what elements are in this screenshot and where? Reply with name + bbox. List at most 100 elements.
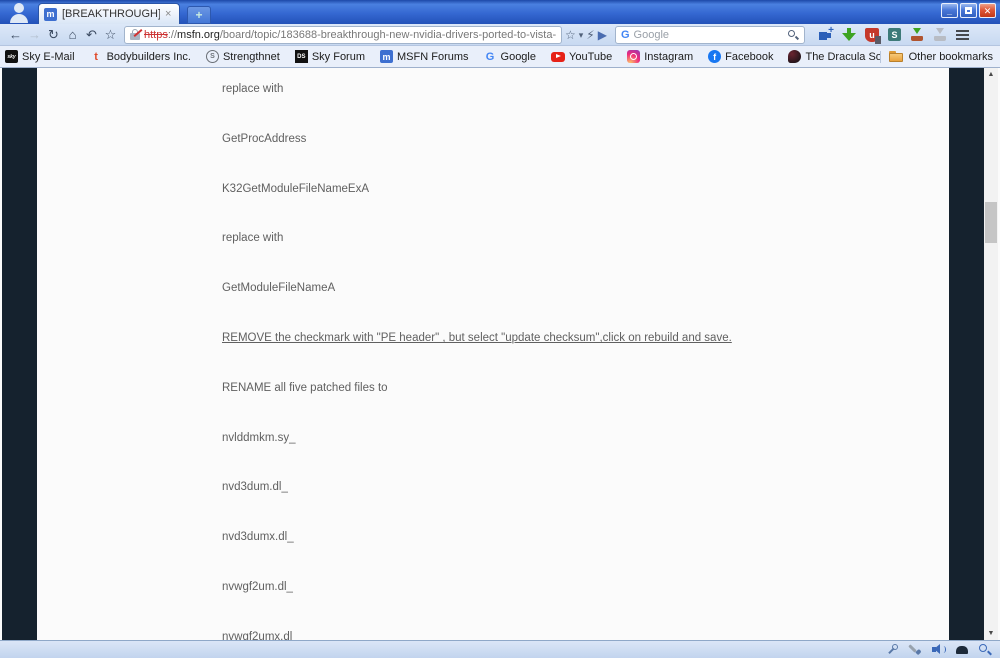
content-line: replace with (37, 79, 949, 129)
msfn-icon: m (380, 50, 394, 63)
content-line: replace with (37, 228, 949, 278)
bookmark-label: Strengthnet (222, 50, 280, 63)
content-line: nvd3dumx.dl_ (37, 527, 949, 577)
bookmark-item[interactable]: f Facebook (708, 50, 773, 63)
search-magnifier-icon[interactable] (787, 29, 800, 41)
bookmark-item[interactable]: Instagram (627, 50, 693, 63)
content-link[interactable]: REMOVE the checkmark with "PE header" , … (222, 332, 732, 344)
bookmark-item[interactable]: DS Sky Forum (294, 50, 366, 63)
back-button[interactable]: ← (6, 25, 25, 45)
search-input[interactable] (633, 28, 783, 41)
url-separator: :// (167, 28, 178, 41)
hat-icon[interactable] (955, 643, 969, 656)
facebook-icon: f (708, 50, 722, 63)
menu-hamburger-icon[interactable] (955, 29, 969, 40)
folder-icon (888, 51, 903, 62)
bookmark-item[interactable]: t Bodybuilders Inc. (90, 50, 191, 63)
status-bar (0, 640, 1000, 658)
lightning-icon[interactable]: ⚡ (586, 26, 594, 44)
zoom-magnifier-icon[interactable] (978, 643, 992, 656)
pin-icon[interactable] (886, 643, 900, 656)
content-line: nvlddmkm.sy_ (37, 428, 949, 478)
titlebar: m [BREAKTHROUGH] NE × + _ ✕ (0, 0, 1000, 24)
bookmark-item[interactable]: The Dracula Society (788, 50, 880, 63)
bookmark-item[interactable]: G Google (484, 50, 536, 63)
other-bookmarks-button[interactable]: Other bookmarks (879, 50, 993, 63)
bookmark-label: Instagram (644, 50, 694, 63)
urlbar-extras: ☆ ▾ ⚡ ▶ (565, 26, 607, 44)
sky-logo-icon: sky (5, 50, 18, 63)
bookmark-label: The Dracula Society (805, 50, 880, 63)
content-line: K32GetModuleFileNameExA (37, 179, 949, 229)
bookmark-item[interactable]: YouTube (551, 51, 612, 63)
new-tab-button[interactable]: + (187, 6, 211, 24)
tab-close-icon[interactable]: × (165, 8, 171, 20)
forward-button[interactable]: → (25, 25, 44, 45)
youtube-icon (551, 51, 565, 62)
download-arrow-icon[interactable] (841, 28, 856, 41)
page-content: replace with GetProcAddress K32GetModuleFi… (37, 68, 949, 640)
content-line: GetModuleFileNameA (37, 278, 949, 328)
content-text: RENAME all five patched files to (222, 381, 388, 394)
download-tray-idle-icon[interactable] (933, 28, 947, 41)
content-text: nvwgf2umx.dl_ (222, 630, 299, 640)
content-text: nvd3dumx.dl_ (222, 531, 294, 544)
bookmark-label: Google (500, 50, 536, 63)
msfn-favicon-icon: m (44, 7, 57, 21)
tab-title: [BREAKTHROUGH] NE (62, 8, 160, 20)
profile-avatar-icon (7, 2, 31, 23)
bookmarks-toolbar: sky Sky E-Mail t Bodybuilders Inc. S Strength… (0, 46, 1000, 68)
url-bar[interactable]: https://msfn.org/board/topic/183688-brea… (124, 25, 562, 44)
google-icon: G (485, 50, 495, 63)
content-text: K32GetModuleFileNameExA (222, 182, 370, 195)
maximize-button[interactable] (960, 3, 977, 18)
url-domain: msfn.org (177, 28, 220, 41)
brush-icon[interactable] (908, 643, 923, 656)
content-lines: replace with GetProcAddress K32GetModuleFi… (37, 68, 949, 640)
bookmark-item[interactable]: S Strengthnet (205, 50, 280, 63)
page-viewport: replace with GetProcAddress K32GetModuleFi… (0, 68, 1000, 640)
instagram-icon (627, 50, 641, 63)
bookmarks-list: sky Sky E-Mail t Bodybuilders Inc. S Strength… (5, 50, 880, 63)
bodybuilders-icon: t (94, 50, 98, 63)
scroll-up-icon[interactable]: ▲ (984, 68, 998, 81)
scrollbar-thumb[interactable] (985, 202, 997, 243)
url-dropdown-icon[interactable]: ▾ (579, 26, 584, 44)
speaker-icon[interactable] (932, 643, 946, 656)
star-page-button[interactable]: ☆ (565, 26, 576, 44)
bookmark-item[interactable]: sky Sky E-Mail (5, 50, 75, 63)
content-line: nvwgf2um.dl_ (37, 577, 949, 627)
browser-window: m [BREAKTHROUGH] NE × + _ ✕ ← → ↻ ⌂ ↶ ☆ … (0, 0, 1000, 658)
content-text: replace with (222, 232, 284, 245)
insecure-lock-icon (130, 29, 143, 40)
ublock-shield-icon[interactable]: u (864, 27, 881, 44)
window-controls: _ ✕ (941, 3, 996, 18)
tab-breakthrough-topic[interactable]: m [BREAKTHROUGH] NE × (38, 3, 180, 24)
go-arrow-icon[interactable]: ▶ (598, 26, 607, 44)
bookmark-item[interactable]: m MSFN Forums (380, 50, 469, 63)
strengthnet-icon: S (205, 50, 219, 63)
search-bar[interactable]: G (614, 25, 805, 44)
minimize-button[interactable]: _ (941, 3, 958, 18)
close-button[interactable]: ✕ (979, 3, 996, 18)
url-path: /board/topic/183688-breakthrough-new-nvi… (219, 28, 556, 41)
s-extension-icon[interactable]: S (887, 28, 901, 41)
content-line: nvd3dum.dl_ (37, 477, 949, 527)
bookmark-star-button[interactable]: ☆ (101, 25, 120, 45)
sky-forum-icon: DS (294, 50, 308, 63)
bookmark-label: Sky Forum (311, 50, 366, 63)
reload-button[interactable]: ↻ (44, 25, 63, 45)
content-line: GetProcAddress (37, 129, 949, 179)
page-right-gutter (949, 68, 984, 640)
content-text: replace with (222, 83, 284, 95)
scroll-down-icon[interactable]: ▼ (984, 627, 998, 640)
ublock-badge (874, 35, 881, 44)
bookmark-label: Bodybuilders Inc. (106, 50, 191, 63)
download-tray-active-icon[interactable] (910, 28, 924, 41)
undo-button[interactable]: ↶ (82, 25, 101, 45)
page-left-gutter (2, 68, 37, 640)
scrollbar[interactable]: ▲ ▼ (984, 68, 998, 640)
home-button[interactable]: ⌂ (63, 25, 82, 45)
bookmark-label: Sky E-Mail (22, 50, 75, 63)
blocks-addon-icon[interactable]: + (818, 25, 834, 41)
